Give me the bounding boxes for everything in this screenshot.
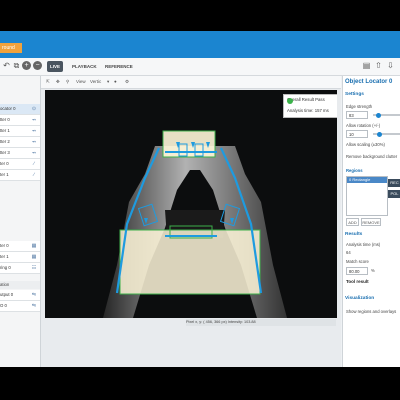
viewer-toolbar: ⇱ ✥ ⚲ View Vertic ▾ ● ⚙ bbox=[41, 76, 341, 89]
tool-list-panel: ocator 0 ⊙ tter 0 ⥇ tter 1 ⥇ tter 2 ⥇ tter 3… bbox=[0, 76, 41, 367]
remove-background-label[interactable]: Remove background clutter bbox=[346, 154, 397, 159]
pixel-status: Pixel x, y: ( 456, 366 px) Intensity: 10… bbox=[186, 319, 336, 326]
view-select[interactable]: Vertic bbox=[90, 77, 101, 87]
analysis-time-label: Analysis time (ms) bbox=[346, 242, 381, 247]
line-icon: ∕ bbox=[33, 172, 35, 178]
tool-item[interactable]: O 0 ⇋ bbox=[0, 301, 40, 312]
output-icon: ⇋ bbox=[31, 292, 37, 298]
settings-header[interactable]: Settings bbox=[345, 92, 364, 97]
edge-strength-slider[interactable] bbox=[373, 112, 400, 118]
tool-item-label: ter 1 bbox=[0, 254, 9, 259]
tool-item-label: utput 0 bbox=[0, 292, 14, 297]
chevron-down-icon[interactable]: ▾ bbox=[107, 77, 109, 87]
line-icon: ∕ bbox=[33, 161, 35, 167]
view-label: View bbox=[76, 79, 86, 84]
tool-item[interactable]: ring 0 ☷ bbox=[0, 263, 40, 274]
allow-scaling-label[interactable]: Allow scaling (±30%) bbox=[346, 142, 385, 147]
remove-icon[interactable]: − bbox=[33, 61, 42, 70]
visualization-header[interactable]: Visualization bbox=[345, 296, 374, 301]
remove-region-button[interactable]: REMOVE bbox=[361, 218, 381, 226]
match-score-field[interactable]: 80.00 bbox=[346, 267, 368, 275]
camera-image[interactable]: Overall Result Pass Analysis time: 157 m… bbox=[45, 90, 337, 318]
analysis-time-text: Analysis time: 157 ms bbox=[287, 108, 329, 113]
tool-item[interactable]: ter 0 ∕ bbox=[0, 159, 40, 170]
tool-item[interactable]: tter 0 ⥇ bbox=[0, 115, 40, 126]
add-polygon-button[interactable]: POL bbox=[388, 190, 400, 198]
pointer-icon[interactable]: ⇱ bbox=[46, 77, 50, 87]
zoom-icon[interactable]: ⚲ bbox=[66, 77, 69, 87]
image-viewer: ⇱ ✥ ⚲ View Vertic ▾ ● ⚙ Overall Result P… bbox=[41, 76, 341, 367]
tool-item-label: ring 0 bbox=[0, 265, 11, 270]
tool-item[interactable]: ter 1 ▦ bbox=[0, 252, 40, 263]
tool-item-label: ocator 0 bbox=[0, 106, 16, 111]
slider-knob[interactable] bbox=[377, 131, 382, 137]
regions-label: Regions bbox=[346, 168, 363, 173]
tool-item-label: tter 1 bbox=[0, 128, 10, 133]
string-icon: ☷ bbox=[31, 265, 37, 271]
top-tag[interactable]: round bbox=[0, 43, 22, 53]
tool-item[interactable]: tter 1 ⥇ bbox=[0, 126, 40, 137]
analysis-time-value: 64 bbox=[346, 250, 351, 255]
add-rectangle-button[interactable]: REC bbox=[388, 179, 400, 187]
slider-knob[interactable] bbox=[376, 112, 381, 118]
tool-item[interactable]: ocator 0 ⊙ bbox=[0, 104, 40, 115]
tool-item[interactable]: ter 0 ▦ bbox=[0, 241, 40, 252]
allow-rotation-field[interactable]: 10 bbox=[346, 130, 368, 138]
calculator-icon: ▦ bbox=[31, 254, 37, 260]
tool-item-label: ter 1 bbox=[0, 172, 9, 177]
tool-item-label: tter 0 bbox=[0, 117, 10, 122]
result-popup: Overall Result Pass Analysis time: 157 m… bbox=[283, 94, 337, 118]
tab-live[interactable]: LIVE bbox=[47, 61, 64, 72]
tool-item[interactable]: ter 1 ∕ bbox=[0, 170, 40, 181]
tool-result: Tool result bbox=[346, 279, 369, 284]
tool-item[interactable]: tter 3 ⥇ bbox=[0, 148, 40, 159]
tool-item-label: O 0 bbox=[0, 303, 7, 308]
allow-rotation-label: Allow rotation (+/-) bbox=[346, 123, 381, 128]
search-region-large[interactable] bbox=[119, 229, 261, 295]
tab-reference-image[interactable]: REFERENCE IMAGE bbox=[102, 61, 136, 80]
region-row[interactable]: 0 Rectangle bbox=[347, 177, 387, 183]
locator-icon: ⊙ bbox=[31, 106, 37, 112]
match-score-label: Match score bbox=[346, 259, 369, 264]
main-toolbar: ↶ ⧉ + − LIVE PLAYBACK REFERENCE IMAGE ▤ … bbox=[0, 58, 400, 80]
allow-rotation-slider[interactable] bbox=[373, 131, 400, 137]
tool-item-label: ter 0 bbox=[0, 161, 9, 166]
add-region-button[interactable]: ADD bbox=[346, 218, 359, 226]
paint-icon[interactable]: ● bbox=[114, 77, 117, 87]
inspection-overlay bbox=[103, 130, 287, 318]
tool-item-label: tter 3 bbox=[0, 150, 10, 155]
tool-item-label: tter 2 bbox=[0, 139, 10, 144]
tool-settings-panel: Object Locator 0 Settings Edge strength … bbox=[342, 76, 400, 367]
upload-icon[interactable]: ⇧ bbox=[374, 61, 383, 70]
results-header[interactable]: Results bbox=[345, 232, 362, 237]
copy-icon[interactable]: ⧉ bbox=[12, 61, 21, 70]
edge-strength-field[interactable]: 83 bbox=[346, 111, 368, 119]
undo-icon[interactable]: ↶ bbox=[2, 61, 11, 70]
pass-indicator bbox=[287, 98, 293, 104]
top-bar: round bbox=[0, 31, 400, 58]
caliper-icon: ⥇ bbox=[31, 150, 36, 156]
add-icon[interactable]: + bbox=[22, 61, 31, 70]
settings-icon[interactable]: ⚙ bbox=[125, 77, 129, 87]
move-icon[interactable]: ✥ bbox=[56, 77, 60, 87]
match-score-unit: % bbox=[371, 268, 375, 273]
save-icon[interactable]: ▤ bbox=[362, 61, 371, 70]
panel-title: Object Locator 0 bbox=[345, 79, 393, 85]
tool-item-label: ter 0 bbox=[0, 243, 9, 248]
io-icon: ⇋ bbox=[31, 303, 37, 309]
tool-item[interactable]: tter 2 ⥇ bbox=[0, 137, 40, 148]
regions-list[interactable]: 0 Rectangle bbox=[346, 176, 388, 216]
tab-playback[interactable]: PLAYBACK bbox=[69, 61, 100, 72]
caliper-icon: ⥇ bbox=[31, 139, 36, 145]
app-window: round ↶ ⧉ + − LIVE PLAYBACK REFERENCE IM… bbox=[0, 31, 400, 367]
caliper-icon: ⥇ bbox=[31, 128, 36, 134]
caliper-icon: ⥇ bbox=[31, 117, 36, 123]
download-icon[interactable]: ⇩ bbox=[386, 61, 395, 70]
section-label: ation bbox=[0, 281, 40, 289]
calculator-icon: ▦ bbox=[31, 243, 37, 249]
tool-item[interactable]: utput 0 ⇋ bbox=[0, 290, 40, 301]
edge-strength-label: Edge strength bbox=[346, 104, 373, 109]
show-regions-label[interactable]: Show regions and overlays bbox=[346, 309, 396, 314]
